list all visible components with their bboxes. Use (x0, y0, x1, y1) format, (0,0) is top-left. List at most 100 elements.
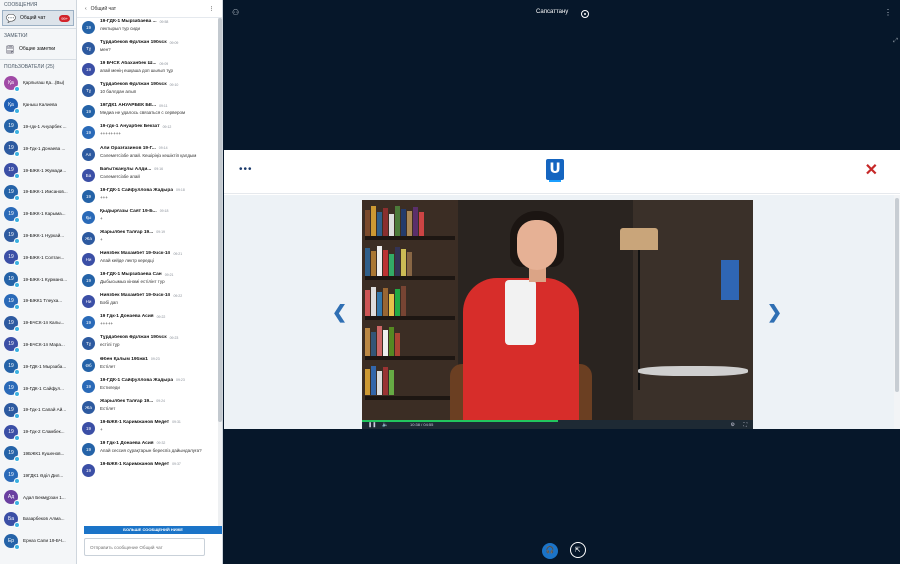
more-icon[interactable]: ⋮ (209, 6, 214, 12)
message-time: 09:16 (154, 167, 164, 172)
public-chat-item[interactable]: 💬 Общий чат 99+ (2, 10, 74, 26)
message-sender: Қыдырғазы Саят 19-Б... (100, 208, 157, 214)
user-list-item[interactable]: 19 19-ГДК-1 Сайфул... (0, 377, 76, 399)
user-list-item[interactable]: 19 19-БЖК-1 Карыма... (0, 203, 76, 225)
user-list-item[interactable]: Қа Қаныш Калиева (0, 94, 76, 116)
message-sender: 19-ГДК-1 Сайфуллова Жадыра (100, 377, 174, 383)
user-list-item[interactable]: 19 19-Гдк-2 Сламбек... (0, 421, 76, 443)
user-list-item[interactable]: Ад Адал Бекмұрзан 1... (0, 486, 76, 508)
message-time: 09:11 (159, 103, 168, 108)
message-text: апай менің ешқаша доп шығып тұр (100, 68, 174, 74)
chat-message: 19 19-ГДК-1 Сайфуллова Жадыра 09:23 Естилед… (77, 377, 218, 398)
video-fullscreen-icon[interactable]: ⛶ (743, 422, 747, 428)
user-name: 19-БЧСК-1п Мара... (23, 341, 65, 347)
coffee-table (638, 366, 748, 376)
avatar: 19 (82, 379, 95, 393)
user-list-item[interactable]: 19 19ГДК1 Әділ Дил... (0, 464, 76, 486)
presence-icon (14, 456, 20, 463)
presence-icon (14, 238, 20, 245)
chat-message: 19 19 БЧСК Абаханбек Ш... 09:09 апай менің … (77, 60, 218, 81)
message-sender: 19-ГДК-1 Сайфуллова Жадыра (100, 187, 174, 193)
user-list-item[interactable]: 19 19-БЖК-1 Нуркай... (0, 225, 76, 247)
chat-message: 19 19 Гдк-1 Донаева Асия 09:22 +++++ (77, 313, 218, 334)
volume-icon[interactable]: 🔈 (382, 422, 388, 428)
message-sender: 19-гдк-1 Ануарбек Бекзат (100, 124, 160, 130)
fullscreen-icon[interactable]: ⤢ (893, 38, 898, 45)
user-list-item[interactable]: 19 19-Гдк-1 Донаева ... (0, 137, 76, 159)
record-icon[interactable] (581, 10, 589, 18)
user-list-item[interactable]: Ба Базарбеков Алма... (0, 508, 76, 530)
user-name: 19ГДК1 Әділ Дил... (23, 472, 64, 478)
user-name: Ерназ Сапи 19-БЧ... (23, 538, 66, 544)
user-sidebar: СООБЩЕНИЯ 💬 Общий чат 99+ ЗАМЕТКИ 🗒 Общи… (0, 0, 77, 564)
chat-message-input[interactable] (84, 538, 205, 556)
avatar: 19 (82, 442, 95, 456)
chat-message: 19 19-ГДК-1 Сайфуллова Жадыра 09:18 +++ (77, 187, 218, 208)
user-list-item[interactable]: 19 19-Гдк-1 Сапай Ай... (0, 399, 76, 421)
chat-scrollbar[interactable] (218, 18, 222, 526)
message-time: 09:31 (172, 420, 181, 425)
user-list-toggle-icon[interactable]: ⚇ (232, 8, 239, 17)
message-time: 09:19 (156, 230, 165, 235)
user-list-item[interactable]: 19 19-ГДК-1 Мырзаба... (0, 355, 76, 377)
user-list-item[interactable]: 19 19-ғдк-1 Ануарбек ... (0, 116, 76, 138)
message-text: + (100, 236, 103, 242)
more-options-icon[interactable]: ••• (239, 164, 253, 175)
user-list-item[interactable]: 19 19-БЧСК-1п Калы... (0, 312, 76, 334)
more-messages-below-button[interactable]: БОЛЬШЕ СООБЩЕНИЙ НИЖЕ (84, 526, 222, 534)
chevron-left-icon[interactable]: ‹ (85, 6, 87, 12)
avatar: 19 (82, 105, 95, 119)
next-arrow-icon[interactable]: ❯ (767, 302, 782, 323)
messages-header: СООБЩЕНИЯ (4, 2, 38, 8)
video-player[interactable]: ❚❚ 🔈 10:38 / 04:55 ⚙ ⛶ (362, 200, 753, 429)
presence-icon (14, 260, 20, 267)
shared-notes-item[interactable]: 🗒 Общие заметки (2, 41, 74, 57)
avatar: 19 (4, 293, 20, 310)
avatar: Ал (82, 147, 95, 161)
user-name: 19-БЖК-1 Солтан... (23, 254, 65, 260)
user-list-item[interactable]: Қа Қарлығаш Қа...(Вы) (0, 72, 76, 94)
chat-header[interactable]: ‹ Общий чат ⋮ (77, 0, 222, 18)
avatar: Қа (4, 75, 20, 92)
pause-icon[interactable]: ❚❚ (368, 422, 376, 428)
options-icon[interactable]: ⋮ (884, 8, 892, 17)
avatar: 19 (82, 274, 95, 288)
message-text: Апай сессия сұрақтарын береспіз дайындал… (100, 447, 202, 453)
meeting-title: Сапсаттану (536, 9, 569, 15)
shared-notes-label: Общие заметки (19, 46, 56, 52)
app-logo: U (546, 159, 564, 182)
modal-scrollbar[interactable] (894, 195, 900, 429)
chat-message: Жа Жарылбек Талғар 19... 09:24 Естілет (77, 398, 218, 419)
presence-icon (14, 151, 20, 158)
chat-message: 19 19 Гдк-1 Донаева Асия 09:32 Апай сессия … (77, 440, 218, 461)
user-list-item[interactable]: Ер Ерназ Сапи 19-БЧ... (0, 530, 76, 552)
user-list-item[interactable]: 19 19-БЖК-1 Солтан... (0, 246, 76, 268)
user-list-item[interactable]: 19 19-БЖК-1 Курмано... (0, 268, 76, 290)
close-icon[interactable]: ✕ (865, 160, 878, 180)
user-list-item[interactable]: 19 19-БЧСК-1п Мара... (0, 334, 76, 356)
presence-icon (14, 303, 20, 310)
chat-message: Ни Ниязбек Махамбет 19-бчск-1п 09:21 Апай к… (77, 250, 218, 271)
avatar: Тұ (82, 337, 95, 351)
video-progress[interactable] (362, 420, 558, 422)
avatar: Ба (82, 168, 95, 182)
prev-arrow-icon[interactable]: ❮ (332, 302, 347, 323)
message-sender: 19-БЖК-1 Каримжанов Медет (100, 419, 170, 425)
user-name: 19-Гдк-2 Сламбек... (23, 429, 65, 435)
chat-message: Тұ Тұрдабеков Әділжан 19бчск 09:10 10 баллд… (77, 81, 218, 102)
headphones-icon[interactable]: 🎧 (542, 543, 558, 559)
user-list-item[interactable]: 19 19-БЖК-1 Имсанов... (0, 181, 76, 203)
message-text: Сәлеметсізбе апай. Кешіріңіз кешіктіп қа… (100, 152, 197, 158)
lamp-shade (620, 228, 658, 250)
chat-title: Общий чат (90, 5, 117, 12)
presence-icon (14, 500, 20, 507)
video-controls[interactable]: ❚❚ 🔈 10:38 / 04:55 ⚙ ⛶ (362, 420, 753, 429)
chat-message: 19 19-БЖК-1 Каримжанов Медет 09:31 + (77, 419, 218, 440)
user-list-item[interactable]: 19 19-БЖК-1 Жумади... (0, 159, 76, 181)
settings-icon[interactable]: ⚙ (731, 422, 735, 428)
message-text: ++++++++ (100, 131, 122, 137)
user-list-item[interactable]: 19 19-БЖК1 Тлеуха... (0, 290, 76, 312)
message-text: Сәлеметсізбе апай (100, 173, 140, 179)
user-list-item[interactable]: 19 19БЖК1 Кушенов... (0, 443, 76, 465)
screen-share-icon[interactable]: ⇱ (569, 542, 586, 558)
